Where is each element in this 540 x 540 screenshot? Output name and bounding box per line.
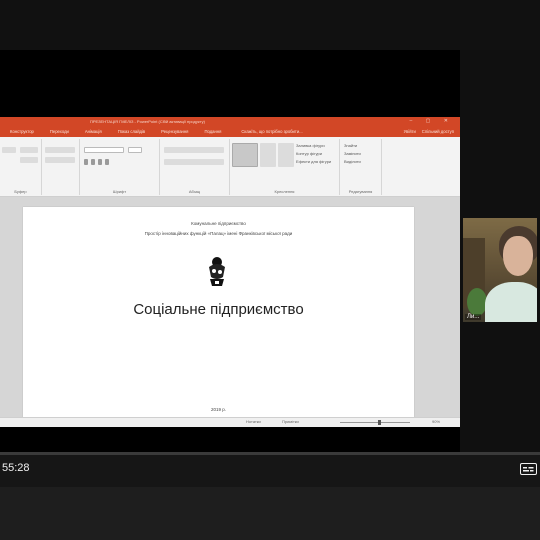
progress-bar[interactable] [0,452,540,455]
sign-in-link[interactable]: Увійти [404,129,416,134]
cut-button[interactable] [20,147,38,153]
slide-line-1: Комунальне підприємство [191,221,246,226]
slide-line-2: Простір інноваційних функцій «Палац» іме… [144,231,293,236]
shape-outline-item[interactable]: Контур фігури [296,151,322,156]
slide-year: 2019 р. [210,407,226,412]
ppt-account-area: Увійти Спільний доступ [404,126,454,137]
captions-icon[interactable] [520,463,537,475]
zoom-slider-track[interactable] [340,422,410,423]
italic-button[interactable] [91,159,95,165]
webcam-tile[interactable]: Ли... [463,218,537,322]
shape-effects-item[interactable]: Ефекти для фігури [296,159,331,164]
ribbon: Буфер Шрифт Абзац Заливка фігури Контур … [0,137,460,197]
group-label-editing: Редагування [348,189,373,194]
tab-view[interactable]: Подання [196,129,229,134]
video-controls: 55:28 [0,452,540,487]
slide-editor: Комунальне підприємство Простір інноваці… [0,197,460,427]
select-item[interactable]: Виділити [344,159,361,164]
slide-canvas[interactable]: Комунальне підприємство Простір інноваці… [23,207,414,427]
arrange-button[interactable] [260,143,276,167]
tab-slideshow[interactable]: Показ слайдів [110,129,153,134]
shapes-gallery[interactable] [232,143,258,167]
group-clipboard: Буфер [0,139,42,195]
tab-animations[interactable]: Анімація [77,129,110,134]
group-label-paragraph: Абзац [188,189,201,194]
ppt-ribbon-tabs: Конструктор Переходи Анімація Показ слай… [0,126,460,137]
font-size-select[interactable] [128,147,142,153]
ppt-status-bar: Нотатки Примітки 90% [0,417,460,427]
paste-button[interactable] [2,147,16,153]
tab-transitions[interactable]: Переходи [42,129,77,134]
new-slide-button[interactable] [45,147,75,153]
comments-button[interactable]: Примітки [282,419,299,424]
top-bar [0,0,540,50]
webcam-person-shirt [485,282,537,322]
group-font: Шрифт [80,139,160,195]
group-editing: Знайти Замінити Виділити Редагування [340,139,382,195]
list-buttons[interactable] [164,147,224,153]
font-name-select[interactable] [84,147,124,153]
bold-button[interactable] [84,159,88,165]
zoom-level[interactable]: 90% [432,419,440,424]
layout-button[interactable] [45,157,75,163]
find-item[interactable]: Знайти [344,143,357,148]
quick-styles-button[interactable] [278,143,294,167]
share-button[interactable]: Спільний доступ [422,129,454,134]
group-paragraph: Абзац [160,139,230,195]
strike-button[interactable] [105,159,109,165]
notes-button[interactable]: Нотатки [246,419,261,424]
replace-item[interactable]: Замінити [344,151,361,156]
time-display: 55:28 [2,462,30,474]
tell-me-search[interactable]: Скажіть, що потрібно зробити... [229,129,310,134]
webcam-plant [467,288,487,316]
tab-review[interactable]: Рецензування [153,129,196,134]
shape-fill-item[interactable]: Заливка фігури [296,143,325,148]
emblem-logo [209,257,225,286]
underline-button[interactable] [98,159,102,165]
group-label-drawing: Креслення [274,189,295,194]
zoom-slider-thumb[interactable] [378,420,381,425]
group-drawing: Заливка фігури Контур фігури Ефекти для … [230,139,340,195]
webcam-person-face [503,236,533,276]
tab-design[interactable]: Конструктор [2,129,42,134]
group-label-font: Шрифт [112,189,127,194]
copy-button[interactable] [20,157,38,163]
group-slides [42,139,80,195]
window-controls[interactable]: – ▢ ✕ [410,117,454,126]
participant-name: Ли... [465,314,482,320]
ppt-window-title: ПРЕЗЕНТАЦІЯ ГМЕЛІЗ - PowerPoint (Сбій ак… [90,119,205,124]
bottom-bar [0,487,540,540]
ppt-title-bar: ПРЕЗЕНТАЦІЯ ГМЕЛІЗ - PowerPoint (Сбій ак… [0,117,460,126]
group-label-clipboard: Буфер [14,189,27,194]
align-buttons[interactable] [164,159,224,165]
slide-title: Соціальне підприємство [133,301,304,318]
powerpoint-window: ПРЕЗЕНТАЦІЯ ГМЕЛІЗ - PowerPoint (Сбій ак… [0,117,460,427]
